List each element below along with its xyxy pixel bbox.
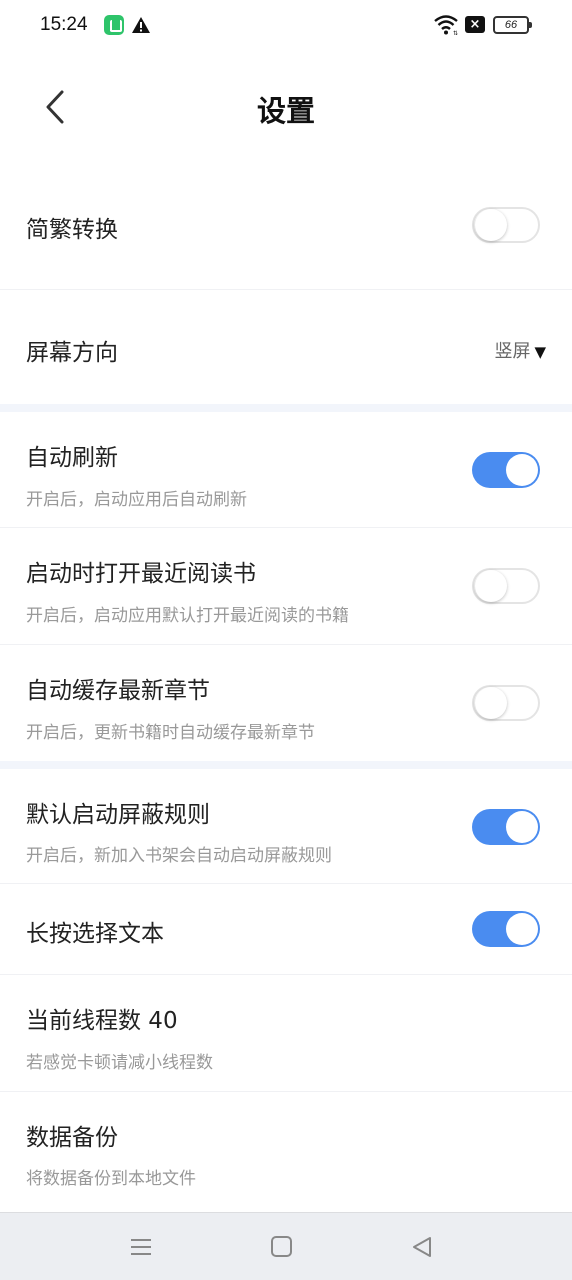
default-block-rules-toggle[interactable] — [472, 809, 540, 845]
setting-subtitle: 开启后，启动应用默认打开最近阅读的书籍 — [26, 606, 349, 626]
setting-subtitle: 开启后，启动应用后自动刷新 — [26, 490, 247, 510]
section-divider — [0, 761, 572, 769]
setting-subtitle: 若感觉卡顿请减小线程数 — [26, 1053, 213, 1073]
orientation-dropdown[interactable]: 竖屏 ▼ — [494, 337, 546, 363]
toggle-knob — [475, 209, 507, 241]
wifi-icon: ⇅ — [434, 15, 458, 36]
setting-title: 屏幕方向 — [26, 340, 118, 366]
header: 设置 — [0, 60, 572, 160]
toggle-knob — [506, 913, 538, 945]
setting-subtitle: 开启后，更新书籍时自动缓存最新章节 — [26, 723, 315, 743]
setting-thread-count[interactable]: 当前线程数 40 若感觉卡顿请减小线程数 — [0, 975, 572, 1092]
setting-auto-refresh[interactable]: 自动刷新 开启后，启动应用后自动刷新 — [0, 412, 572, 528]
simplified-traditional-toggle[interactable] — [472, 207, 540, 243]
setting-subtitle: 将数据备份到本地文件 — [26, 1169, 196, 1189]
svg-text:⇅: ⇅ — [453, 30, 458, 36]
toggle-knob — [475, 570, 507, 602]
app-icon — [104, 15, 124, 35]
system-nav-bar — [0, 1212, 572, 1280]
setting-title: 启动时打开最近阅读书 — [26, 561, 256, 587]
setting-default-block-rules[interactable]: 默认启动屏蔽规则 开启后，新加入书架会自动启动屏蔽规则 — [0, 769, 572, 884]
setting-title: 长按选择文本 — [26, 921, 164, 947]
section-divider — [0, 404, 572, 412]
long-press-select-toggle[interactable] — [472, 911, 540, 947]
status-bar: 15:24 ⇅ × 66 — [0, 0, 572, 52]
open-recent-book-toggle[interactable] — [472, 568, 540, 604]
battery-icon: 66 — [493, 16, 532, 34]
setting-screen-orientation[interactable]: 屏幕方向 竖屏 ▼ — [0, 290, 572, 404]
settings-list: 简繁转换 屏幕方向 竖屏 ▼ 自动刷新 开启后，启动应用后自动刷新 启动时打开最近… — [0, 160, 572, 1212]
toggle-knob — [506, 811, 538, 843]
status-time: 15:24 — [40, 14, 88, 35]
setting-auto-cache-chapter[interactable]: 自动缓存最新章节 开启后，更新书籍时自动缓存最新章节 — [0, 645, 572, 761]
auto-refresh-toggle[interactable] — [472, 452, 540, 488]
auto-cache-chapter-toggle[interactable] — [472, 685, 540, 721]
signal-off-icon: × — [465, 16, 485, 33]
setting-title: 简繁转换 — [26, 217, 118, 243]
setting-long-press-select[interactable]: 长按选择文本 — [0, 884, 572, 975]
setting-simplified-traditional[interactable]: 简繁转换 — [0, 160, 572, 290]
setting-title: 数据备份 — [26, 1125, 118, 1151]
toggle-knob — [475, 687, 507, 719]
setting-title: 默认启动屏蔽规则 — [26, 802, 210, 828]
menu-icon[interactable] — [127, 1233, 155, 1261]
setting-open-recent-book[interactable]: 启动时打开最近阅读书 开启后，启动应用默认打开最近阅读的书籍 — [0, 528, 572, 645]
setting-subtitle: 开启后，新加入书架会自动启动屏蔽规则 — [26, 846, 332, 866]
caret-down-icon: ▼ — [534, 343, 546, 361]
setting-title: 当前线程数 40 — [26, 1008, 178, 1034]
page-title: 设置 — [256, 94, 315, 128]
toggle-knob — [506, 454, 538, 486]
back-triangle-icon[interactable] — [408, 1233, 436, 1261]
home-icon[interactable] — [268, 1233, 296, 1261]
setting-title: 自动刷新 — [26, 445, 118, 471]
warning-icon — [132, 17, 150, 33]
setting-data-backup[interactable]: 数据备份 将数据备份到本地文件 — [0, 1092, 572, 1212]
orientation-value: 竖屏 — [494, 341, 531, 362]
setting-title: 自动缓存最新章节 — [26, 678, 210, 704]
